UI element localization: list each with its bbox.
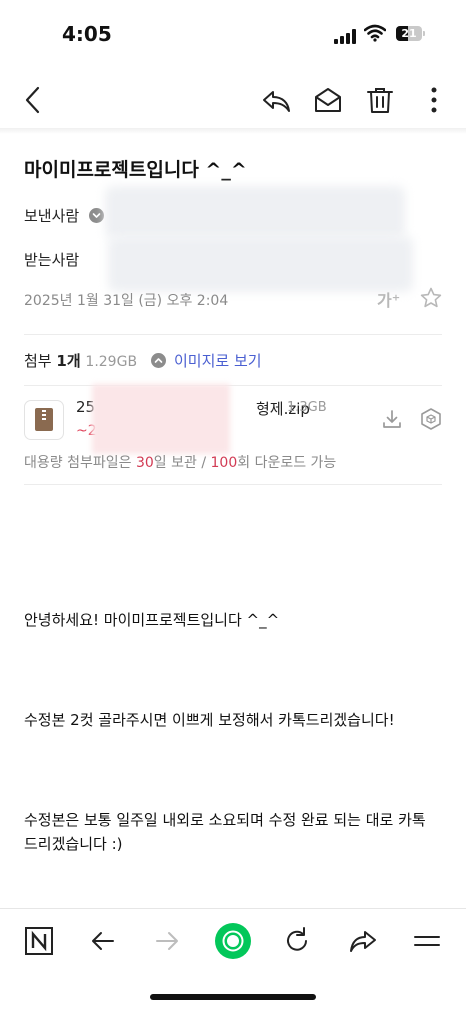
- menu-icon: [414, 936, 440, 946]
- large-attachment-note: 대용량 첨부파일은 30일 보관 / 100회 다운로드 가능: [24, 452, 336, 472]
- zip-file-icon: [24, 400, 64, 440]
- note-middle: 일 보관 /: [153, 455, 211, 471]
- cellular-signal-icon: [334, 28, 358, 44]
- attachment-divider: [24, 385, 442, 386]
- star-icon: [420, 287, 442, 308]
- arrow-right-icon: [156, 932, 178, 950]
- share-icon: [350, 931, 376, 952]
- delete-button[interactable]: [364, 84, 396, 116]
- more-vertical-icon: [431, 87, 437, 113]
- body-divider: [24, 484, 442, 485]
- attachment-label: 첨부: [24, 352, 52, 370]
- download-icon: [383, 410, 401, 428]
- mail-subject: 마이미프로젝트입니다 ^_^: [24, 159, 247, 181]
- body-paragraph-1: 수정본 2컷 골라주시면 이쁘게 보정해서 카톡드리겠습니다!: [24, 711, 395, 729]
- nav-forward-button[interactable]: [150, 924, 184, 958]
- download-button[interactable]: [381, 408, 403, 430]
- nav-back-button[interactable]: [86, 924, 120, 958]
- battery-icon: 21: [396, 26, 422, 41]
- status-time: 4:05: [62, 22, 112, 46]
- recipient-redacted: [108, 236, 413, 292]
- chevron-down-icon: [92, 213, 101, 218]
- note-suffix: 회 다운로드 가능: [237, 455, 337, 471]
- header-divider: [24, 334, 442, 335]
- view-images-link[interactable]: 이미지로 보기: [174, 350, 262, 371]
- mark-unread-button[interactable]: [312, 84, 344, 116]
- font-size-button[interactable]: 가⁺: [377, 287, 400, 311]
- save-to-cloud-button[interactable]: [420, 407, 442, 431]
- share-button[interactable]: [346, 924, 380, 958]
- naver-n-icon: [25, 927, 53, 955]
- trash-icon: [367, 88, 393, 113]
- battery-level: 21: [401, 27, 417, 40]
- toolbar-divider: [0, 128, 466, 134]
- reply-icon: [263, 91, 290, 112]
- reload-button[interactable]: [280, 924, 314, 958]
- attachment-count: 1개: [56, 352, 81, 370]
- reload-icon: [287, 927, 307, 951]
- wifi-icon: [363, 24, 387, 42]
- sender-expand-button[interactable]: [89, 208, 104, 223]
- envelope-open-icon: [315, 88, 341, 112]
- menu-button[interactable]: [410, 924, 444, 958]
- sender-label: 보낸사람: [24, 207, 80, 225]
- more-button[interactable]: [418, 84, 450, 116]
- note-days: 30: [135, 455, 154, 471]
- attachment-total-size: 1.29GB: [85, 354, 138, 370]
- home-indicator[interactable]: [150, 994, 316, 1000]
- reply-button[interactable]: [260, 84, 292, 116]
- attachment-header: 첨부 1개 1.29GB: [24, 350, 137, 371]
- star-button[interactable]: [419, 286, 443, 310]
- hexagon-cube-icon: [421, 408, 441, 430]
- naver-home-button[interactable]: [22, 924, 56, 958]
- chevron-left-icon: [25, 86, 40, 114]
- body-paragraph-2: 수정본은 보통 일주일 내외로 소요되며 수정 완료 되는 대로 카톡 드리겠습…: [24, 811, 426, 853]
- mail-date: 2025년 1월 31일 (금) 오후 2:04: [24, 293, 229, 309]
- battery-cap: [423, 31, 425, 36]
- file-size: 1.3GB: [287, 400, 327, 415]
- arrow-left-icon: [92, 932, 114, 950]
- chevron-up-icon: [154, 358, 163, 363]
- back-button[interactable]: [18, 84, 50, 116]
- body-greeting: 안녕하세요! 마이미프로젝트입니다 ^_^: [24, 611, 280, 629]
- file-name-redacted: [92, 384, 230, 454]
- view-images-toggle[interactable]: [151, 353, 166, 368]
- recipient-label: 받는사람: [24, 251, 80, 269]
- note-prefix: 대용량 첨부파일은: [24, 455, 136, 471]
- green-circle-icon: [215, 923, 251, 959]
- bottom-nav-divider: [0, 908, 466, 909]
- sender-redacted: [105, 186, 405, 238]
- note-count: 100: [210, 455, 238, 471]
- naver-green-dot-button[interactable]: [214, 922, 252, 960]
